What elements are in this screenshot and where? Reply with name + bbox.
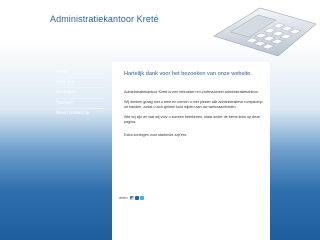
delicious-icon[interactable] (129, 196, 134, 200)
share-label: delen (119, 196, 128, 200)
navigation-hint-paragraph: Wie wij zijn en wat wij voor u kunnen be… (124, 115, 261, 124)
nav-item-label: Home (56, 69, 68, 74)
nav-item-home[interactable]: Home (56, 68, 108, 77)
calculator-icon (213, 7, 317, 56)
nav-item-werkwijze[interactable]: Werkwijze (56, 88, 108, 97)
site-title[interactable]: Administratiekantoor Kreté (50, 14, 159, 24)
nav-item-label: Werkwijze (56, 89, 76, 95)
sidebar-nav: Home Over ons Werkwijze Tarieven Neem co… (56, 68, 108, 118)
header: Administratiekantoor Kreté (0, 0, 320, 56)
share-bar: delen (119, 195, 159, 201)
nav-item-over-ons[interactable]: Over ons (56, 78, 108, 87)
nav-item-label: Over ons (56, 79, 74, 85)
facebook-icon[interactable] (134, 196, 139, 200)
discount-paragraph: Extra kortingen voor startende zzp'ers. (124, 133, 188, 137)
twitter-icon[interactable] (139, 196, 144, 200)
nav-item-contact[interactable]: Neem contact op (56, 109, 108, 118)
content-panel: Hartelijk dank voor het bezoeken van onz… (112, 62, 270, 240)
nav-item-label: Tarieven (56, 99, 73, 105)
content-area: Hartelijk dank voor het bezoeken van onz… (118, 66, 264, 196)
nav-item-label: Neem contact op (56, 109, 90, 115)
welcome-heading: Hartelijk dank voor het bezoeken van onz… (124, 71, 252, 77)
service-paragraph: Wij denken graag met u mee en nemen u me… (124, 100, 263, 109)
intro-paragraph: Administratiekantoor Kreté is een betrok… (124, 90, 259, 94)
nav-item-tarieven[interactable]: Tarieven (56, 99, 108, 108)
